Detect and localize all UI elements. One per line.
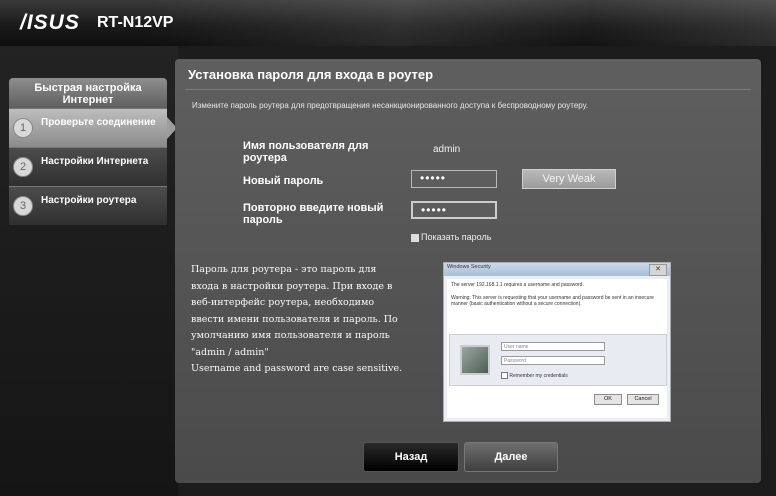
step-label: Настройки Интернета [41,156,149,167]
windows-security-screenshot: Windows Security ✕ The server 192.168.1.… [443,262,671,422]
info-line: ввести имени пользователя и пароль. По [191,313,398,325]
back-button[interactable]: Назад [363,442,459,472]
step-check-connection[interactable]: 1 Проверьте соединение [9,108,177,147]
dialog-body: The server 192.168.1.1 requires a userna… [447,279,667,418]
remember-credentials: Remember my credentials [501,372,568,379]
step-label: Проверьте соединение [41,117,156,128]
dialog-message: The server 192.168.1.1 requires a userna… [451,282,584,288]
checkbox-icon [501,372,508,379]
info-line: Пароль для роутера - это пароль для [191,264,377,275]
dialog-username-field: User name [501,342,605,351]
new-password-label: Новый пароль [243,175,324,187]
step-number-icon: 3 [13,196,33,216]
page-description: Измените пароль роутера для предотвращен… [192,101,589,110]
quick-setup-sidebar: Быстрая настройка Интернет 1 Проверьте с… [9,78,177,225]
router-model: RT-N12VP [97,14,174,31]
info-line: веб-интерфейс роутера, необходимо [191,297,375,308]
new-password-field[interactable]: ••••• [411,170,497,188]
info-text: Пароль для роутера - это пароль для вход… [191,262,436,378]
password-strength-badge: Very Weak [522,169,616,189]
user-tile-icon [460,345,490,375]
repeat-password-field[interactable]: ••••• [411,201,497,219]
step-label: Настройки роутера [41,195,137,206]
asus-logo: /ISUS [20,11,80,34]
step-internet-settings[interactable]: 2 Настройки Интернета [9,147,167,186]
info-line: входа в настройки роутера. При входе в [191,280,393,292]
step-router-settings[interactable]: 3 Настройки роутера [9,186,167,225]
dialog-titlebar: Windows Security ✕ [444,263,670,276]
main-panel: Установка пароля для входа в роутер Изме… [175,59,761,483]
dialog-title: Windows Security [447,264,491,270]
top-bar: /ISUS RT-N12VP [0,0,776,46]
dialog-ok-button: OK [594,394,622,405]
info-line: умолчанию имя пользователя и пароль [191,330,390,341]
dialog-cancel-button: Cancel [627,394,659,405]
next-button[interactable]: Далее [464,442,558,472]
step-number-icon: 2 [13,157,33,177]
dialog-password-field: Password [501,356,605,365]
show-password-label: Показать пароль [421,232,492,242]
close-icon: ✕ [649,264,667,276]
info-line: "admin / admin" [191,346,269,358]
info-line: Username and password are case sensitive… [191,363,403,374]
page-title: Установка пароля для входа в роутер [188,67,434,82]
checkbox-icon[interactable] [411,233,419,242]
dialog-warning: Warning: This server is requesting that … [451,295,654,307]
credential-box: User name Password Remember my credentia… [449,334,667,386]
repeat-password-label: Повторно введите новый пароль [243,202,384,226]
show-password-toggle[interactable]: Показать пароль [411,232,491,242]
divider [185,89,751,90]
step-number-icon: 1 [13,118,33,138]
header-decoration [150,0,776,46]
sidebar-title: Быстрая настройка Интернет [9,78,167,108]
remember-label: Remember my credentials [509,372,568,379]
username-label: Имя пользователя для роутера [243,140,369,164]
username-value: admin [433,144,461,155]
